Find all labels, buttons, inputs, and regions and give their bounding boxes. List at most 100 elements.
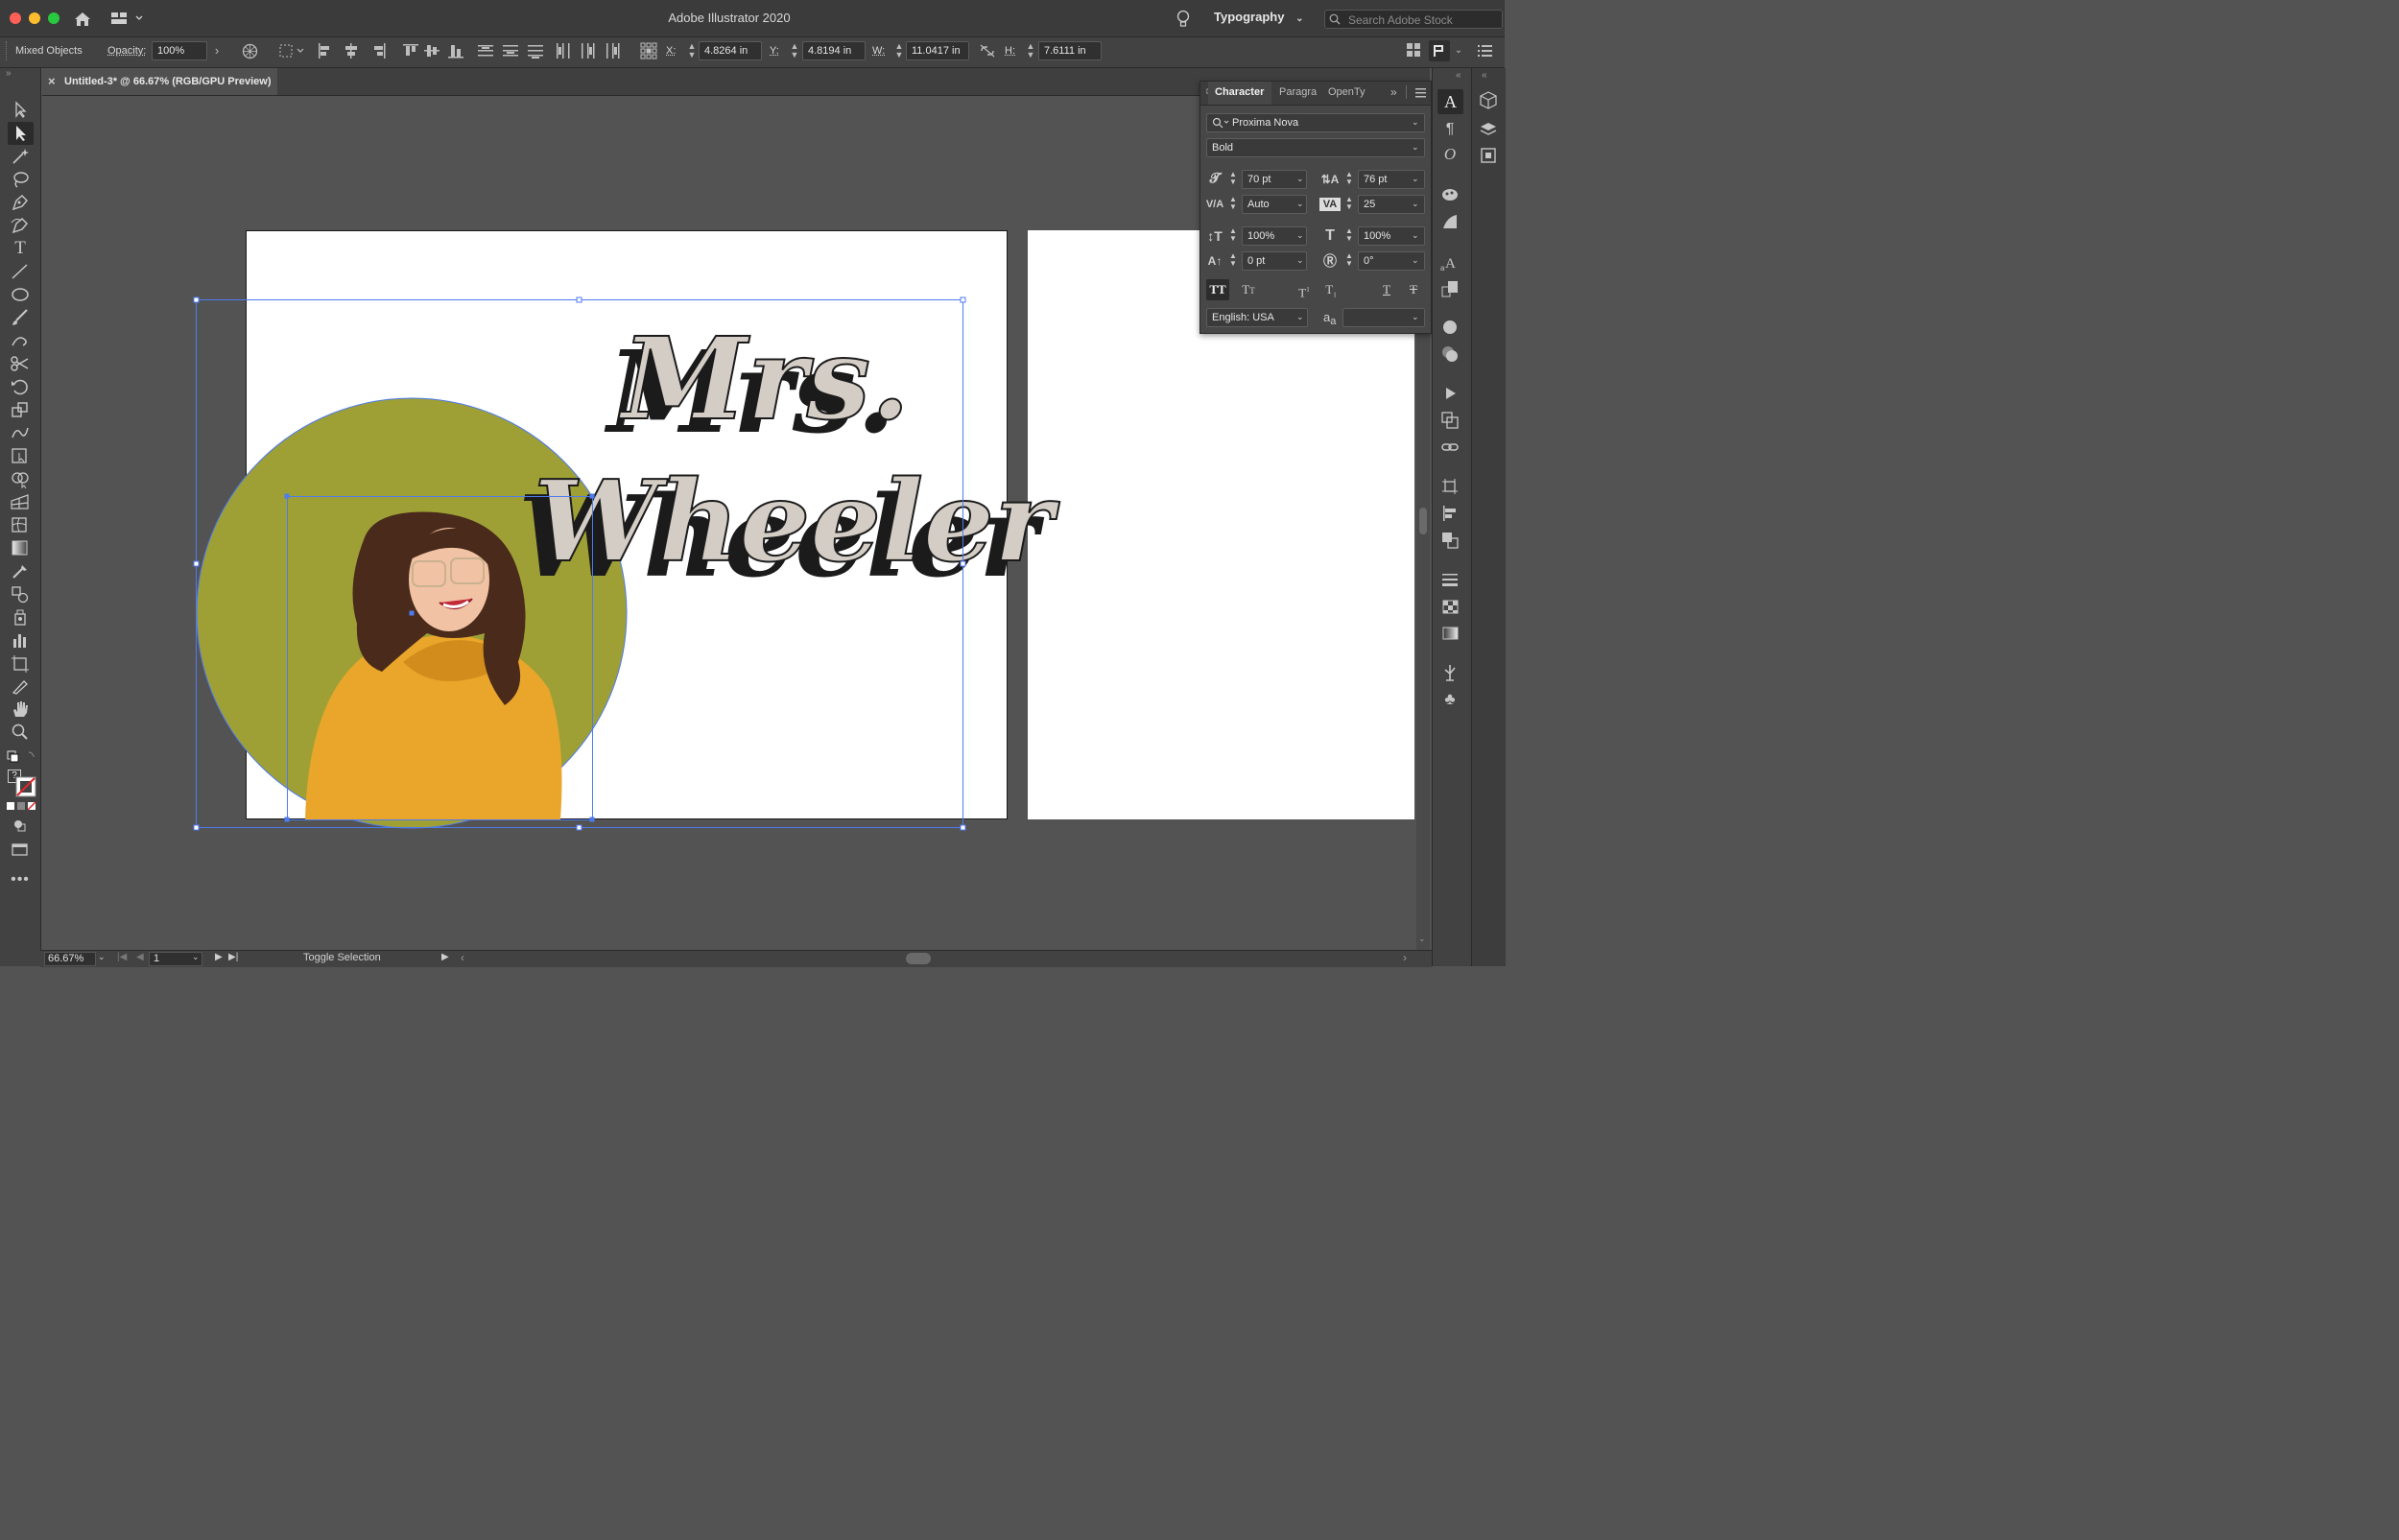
chevron-down-icon[interactable]: ⌄ (1296, 312, 1304, 322)
links-icon[interactable] (1439, 437, 1461, 458)
artboards-icon[interactable] (1439, 476, 1461, 497)
libraries-icon[interactable] (1478, 145, 1499, 166)
gradient-swatch-icon[interactable] (1439, 623, 1461, 644)
vertical-scale-value: 100% (1247, 230, 1275, 242)
tab-character-label: Character (1215, 86, 1265, 98)
paragraph-styles-icon[interactable] (1439, 278, 1461, 299)
panel-menu-icon[interactable] (1415, 88, 1426, 98)
language-select[interactable]: English: USA (1206, 308, 1308, 327)
kerning-value: Auto (1247, 199, 1270, 210)
font-style-field[interactable]: Bold (1206, 138, 1425, 157)
font-search-icon (1212, 117, 1229, 129)
panel-tab-row: ⇕ Character Paragra OpenTy » (1200, 82, 1431, 106)
horizontal-scale-icon: T (1325, 227, 1335, 244)
layers-icon[interactable] (1478, 119, 1499, 140)
chevron-down-icon[interactable]: ⌄ (1412, 142, 1419, 153)
chevron-down-icon[interactable]: ⌄ (1296, 230, 1304, 241)
stroke-panel-icon[interactable] (1439, 569, 1461, 590)
headline-line2: Wheeler (534, 457, 1060, 587)
3d-materials-icon[interactable] (1478, 89, 1499, 110)
tracking-icon: VA (1319, 198, 1341, 211)
font-style-value: Bold (1212, 142, 1234, 154)
status-text: Toggle Selection (303, 952, 381, 963)
pathfinder-icon[interactable] (1439, 530, 1461, 551)
transparency-icon[interactable] (1439, 596, 1461, 617)
status-menu-icon[interactable]: ▶ (441, 952, 449, 962)
status-bar: 66.67% ⌄ |◀ ◀ 1 ⌄ ▶ ▶| Toggle Selection … (40, 950, 1432, 967)
small-caps-button[interactable]: TT (1237, 279, 1260, 300)
chevron-down-icon[interactable]: ⌄ (1412, 117, 1419, 128)
chevron-down-icon[interactable]: ⌄ (1412, 312, 1419, 322)
headline-line1: Mrs. (618, 312, 910, 445)
previous-artboard-icon[interactable]: ◀ (136, 952, 144, 962)
collapse-dock-icon[interactable]: « (1456, 70, 1461, 81)
horizontal-scroll-thumb[interactable] (906, 953, 931, 964)
subscript-button[interactable]: T1 (1319, 279, 1342, 300)
secondary-dock: « (1471, 68, 1506, 966)
next-artboard-icon[interactable]: ▶ (215, 952, 223, 962)
graphic-styles-icon[interactable] (1439, 344, 1461, 365)
first-artboard-icon[interactable]: |◀ (117, 952, 127, 962)
appearance-icon[interactable] (1439, 317, 1461, 338)
opentype-icon[interactable]: O (1439, 144, 1461, 165)
chevron-down-icon[interactable]: ⌄ (1296, 174, 1304, 184)
last-artboard-icon[interactable]: ▶| (228, 952, 238, 962)
svg-text:A: A (1445, 256, 1456, 272)
underline-button[interactable]: T (1375, 279, 1398, 300)
character-rotation-icon: Ⓡ (1323, 253, 1337, 269)
font-size-stepper-icon[interactable]: ▲ ▼ (1229, 171, 1237, 186)
superscript-button[interactable]: T1 (1293, 279, 1316, 300)
baseline-shift-icon: A↑ (1207, 254, 1223, 268)
headline-text[interactable]: Mrs. Mrs. Wheeler Wheeler (518, 311, 1061, 603)
paragraph-icon[interactable]: ¶ (1439, 119, 1461, 140)
font-family-field[interactable]: Proxima Nova (1206, 113, 1425, 132)
chevron-down-icon[interactable]: ⌄ (1412, 174, 1419, 184)
zoom-level-input[interactable]: 66.67% (44, 952, 96, 966)
kerning-stepper-icon[interactable]: ▲ ▼ (1229, 196, 1237, 211)
leading-icon: ⇅A (1320, 173, 1340, 186)
anti-aliasing-icon: aa (1323, 310, 1337, 327)
tracking-stepper-icon[interactable]: ▲ ▼ (1345, 196, 1353, 211)
character-styles-icon[interactable]: Aa (1439, 251, 1461, 272)
character-panel-button[interactable]: A (1437, 89, 1463, 114)
puppet-pin-icon[interactable] (1439, 662, 1461, 683)
color-guide-icon[interactable] (1439, 184, 1461, 205)
collapse-dock-icon[interactable]: « (1482, 70, 1487, 81)
horizontal-scale-value: 100% (1364, 230, 1391, 242)
transform-panel-icon[interactable] (1439, 410, 1461, 431)
tab-paragraph[interactable]: Paragra (1279, 86, 1317, 98)
tab-opentype[interactable]: OpenTy (1328, 86, 1366, 98)
chevron-down-icon[interactable]: ⌄ (1412, 255, 1419, 266)
more-tabs-icon[interactable]: » (1390, 85, 1397, 99)
chevron-down-icon[interactable]: ⌄ (1412, 230, 1419, 241)
horizontal-scale-stepper-icon[interactable]: ▲ ▼ (1345, 227, 1353, 243)
kerning-icon: V/A (1205, 199, 1224, 210)
symbols-icon[interactable]: ♣ (1439, 689, 1461, 710)
font-size-icon: 𝓣 (1209, 172, 1221, 186)
vertical-scroll-thumb[interactable] (1419, 508, 1427, 534)
chevron-down-icon[interactable]: ⌄ (98, 952, 106, 962)
scroll-right-icon[interactable]: › (1403, 951, 1407, 964)
all-caps-button[interactable]: TT (1206, 279, 1229, 300)
actions-icon[interactable] (1439, 383, 1461, 404)
scroll-down-icon[interactable]: ⌄ (1418, 934, 1426, 944)
leading-value: 76 pt (1364, 174, 1388, 185)
strikethrough-button[interactable]: T (1402, 279, 1425, 300)
baseline-shift-stepper-icon[interactable]: ▲ ▼ (1229, 252, 1237, 268)
tracking-value: 25 (1364, 199, 1376, 210)
tab-divider (1406, 85, 1407, 99)
chevron-down-icon[interactable]: ⌄ (192, 952, 200, 962)
language-value: English: USA (1212, 312, 1274, 323)
baseline-shift-value: 0 pt (1247, 255, 1266, 267)
chevron-down-icon[interactable]: ⌄ (1296, 255, 1304, 266)
tab-character[interactable]: Character (1208, 82, 1271, 105)
rotation-stepper-icon[interactable]: ▲ ▼ (1345, 252, 1353, 268)
rotation-value: 0° (1364, 255, 1374, 267)
align-panel-icon[interactable] (1439, 503, 1461, 524)
chevron-down-icon[interactable]: ⌄ (1296, 199, 1304, 209)
scroll-left-icon[interactable]: ‹ (461, 951, 464, 964)
vertical-scale-stepper-icon[interactable]: ▲ ▼ (1229, 227, 1237, 243)
chevron-down-icon[interactable]: ⌄ (1412, 199, 1419, 209)
leading-stepper-icon[interactable]: ▲ ▼ (1345, 171, 1353, 186)
gradient-panel-icon[interactable] (1439, 211, 1461, 232)
